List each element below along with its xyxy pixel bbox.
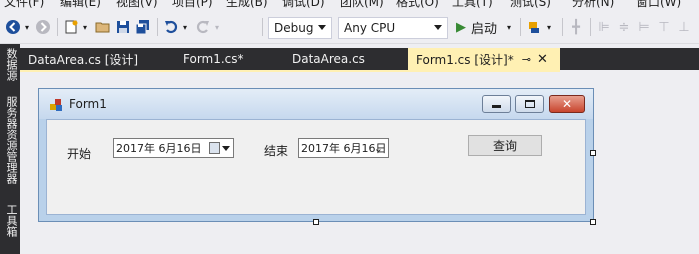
chevron-down-icon[interactable]: ▾	[504, 17, 514, 37]
solution-platform-select[interactable]: Any CPU	[338, 17, 448, 39]
tab-label: DataArea.cs	[292, 52, 365, 66]
toolbar-separator	[262, 18, 263, 36]
menu-file[interactable]: 文件(F)	[4, 0, 44, 8]
resize-handle-bottom-right[interactable]	[590, 219, 596, 225]
tab-data-sources[interactable]: 数据源	[3, 48, 19, 81]
open-folder-icon[interactable]	[94, 17, 112, 37]
start-date-picker[interactable]: 2017年 6月16日	[113, 138, 234, 158]
redo-icon[interactable]	[194, 17, 212, 37]
new-project-icon[interactable]	[62, 17, 80, 37]
align-left-icon[interactable]: ⊫	[596, 17, 612, 37]
query-button[interactable]: 查询	[468, 135, 542, 156]
menu-edit[interactable]: 编辑(E)	[60, 0, 101, 8]
toolbar-separator	[157, 18, 158, 36]
tab-dataarea-code[interactable]: DataArea.cs	[284, 48, 404, 70]
start-label: 开始	[67, 147, 92, 161]
maximize-button[interactable]	[515, 95, 544, 113]
navigate-back-icon[interactable]	[4, 17, 22, 37]
end-label: 结束	[264, 144, 289, 158]
toolbar-separator	[520, 18, 521, 36]
standard-toolbar: ▾ ▾ ▾ ▾ Debug Any CPU ▶ 启动 ▾ ▾ ╋ ⊫ ≑ ⊨ ⊤…	[0, 10, 699, 44]
menu-bar: 文件(F) 编辑(E) 视图(V) 项目(P) 生成(B) 调试(D) 团队(M…	[0, 0, 699, 8]
toolbar-separator	[562, 18, 563, 36]
save-icon[interactable]	[114, 17, 132, 37]
tab-label: DataArea.cs [设计]	[28, 52, 139, 67]
tab-form1-designer[interactable]: Form1.cs [设计]* ⊸ ✕	[408, 48, 560, 70]
chevron-down-icon	[434, 25, 442, 30]
browser-link-icon[interactable]	[526, 17, 544, 37]
align-top-icon[interactable]: ⊤	[656, 17, 672, 37]
menu-debug[interactable]: 调试(D)	[282, 0, 325, 8]
end-date-picker[interactable]: 2017年 6月16日 ⌄	[298, 138, 389, 158]
close-button[interactable]: ✕	[549, 95, 585, 113]
menu-analyze[interactable]: 分析(N)	[572, 0, 614, 8]
maximize-icon	[524, 100, 535, 108]
tab-form1-code[interactable]: Form1.cs*	[175, 48, 275, 70]
menu-window[interactable]: 窗口(W)	[636, 0, 681, 8]
configuration-value: Debug	[274, 21, 314, 35]
menu-team[interactable]: 团队(M)	[340, 0, 384, 8]
chevron-down-icon[interactable]: ▾	[80, 17, 90, 37]
minimize-icon	[492, 105, 501, 108]
menu-test[interactable]: 测试(S)	[510, 0, 551, 8]
align-right-icon[interactable]: ⊨	[636, 17, 652, 37]
tab-label: Form1.cs*	[183, 52, 244, 66]
start-date-value: 2017年 6月16日	[116, 142, 202, 155]
menu-project[interactable]: 项目(P)	[172, 0, 213, 8]
form-window[interactable]: Form1 ✕ 开始 2017年 6月16日 结束 2017年 6月16日 ⌄ …	[38, 88, 594, 222]
chevron-down-icon[interactable]: ▾	[544, 17, 554, 37]
toolbar-separator	[590, 18, 591, 36]
align-middle-icon[interactable]: ⊥	[676, 17, 692, 37]
close-icon[interactable]: ✕	[537, 52, 548, 67]
chevron-down-icon	[318, 25, 326, 30]
platform-value: Any CPU	[344, 21, 396, 35]
chevron-down-icon: ⌄	[373, 142, 383, 155]
chevron-down-icon[interactable]: ▾	[180, 17, 190, 37]
toolbar-separator	[57, 18, 58, 36]
chevron-down-icon[interactable]: ▾	[212, 17, 222, 37]
start-label: 启动	[471, 21, 498, 37]
document-tab-strip: DataArea.cs [设计] Form1.cs* DataArea.cs F…	[20, 48, 699, 70]
form-titlebar: Form1 ✕	[39, 89, 593, 119]
side-tool-window-strip: 数据源 服务器资源管理器 工具箱	[0, 44, 20, 254]
resize-handle-bottom[interactable]	[313, 219, 319, 225]
form-app-icon	[50, 99, 62, 111]
close-icon: ✕	[561, 97, 573, 111]
navigate-forward-icon[interactable]	[34, 17, 52, 37]
tab-label: Form1.cs [设计]*	[416, 52, 514, 67]
pin-icon[interactable]: ⊸	[522, 53, 531, 66]
undo-icon[interactable]	[162, 17, 180, 37]
play-icon: ▶	[456, 19, 466, 35]
calendar-icon	[209, 142, 220, 154]
menu-build[interactable]: 生成(B)	[226, 0, 268, 8]
save-all-icon[interactable]	[134, 17, 152, 37]
chevron-down-icon	[222, 146, 230, 151]
form-title: Form1	[69, 97, 107, 111]
layout-align-icon[interactable]: ╋	[568, 17, 584, 37]
tab-dataarea-designer[interactable]: DataArea.cs [设计]	[20, 48, 170, 70]
form-client-area: 开始 2017年 6月16日 结束 2017年 6月16日 ⌄ 查询	[46, 119, 586, 215]
align-center-icon[interactable]: ≑	[616, 17, 632, 37]
menu-format[interactable]: 格式(O)	[396, 0, 439, 8]
chevron-down-icon[interactable]: ▾	[22, 17, 32, 37]
tab-server-explorer[interactable]: 服务器资源管理器	[3, 96, 19, 184]
solution-configuration-select[interactable]: Debug	[268, 17, 332, 39]
menu-view[interactable]: 视图(V)	[116, 0, 158, 8]
minimize-button[interactable]	[482, 95, 511, 113]
tab-toolbox[interactable]: 工具箱	[3, 204, 19, 237]
resize-handle-right[interactable]	[590, 150, 596, 156]
menu-tools[interactable]: 工具(T)	[452, 0, 493, 8]
